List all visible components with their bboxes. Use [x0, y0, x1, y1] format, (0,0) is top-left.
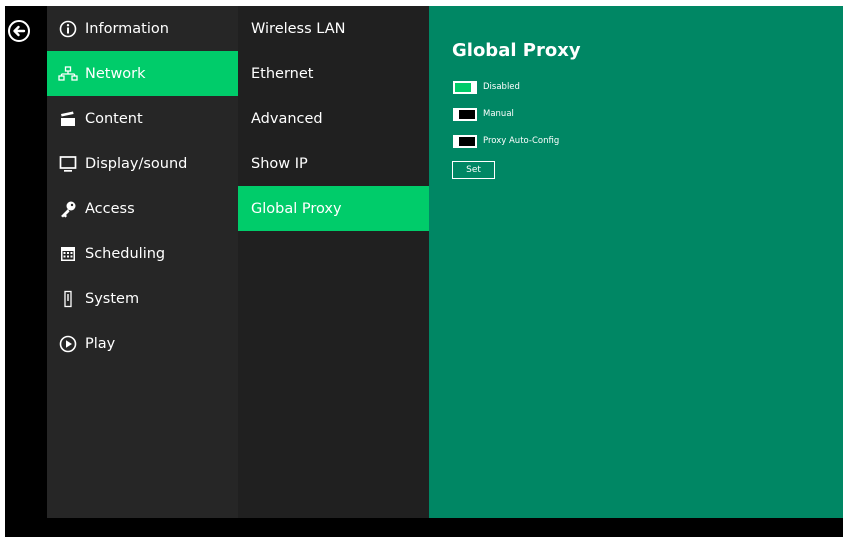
submenu-item-label: Wireless LAN	[251, 20, 346, 37]
menu-item-play[interactable]: Play	[47, 321, 238, 366]
network-submenu: Wireless LAN Ethernet Advanced Show IP G…	[238, 6, 429, 518]
submenu-item-label: Ethernet	[251, 65, 314, 82]
toggle-switch[interactable]	[453, 107, 477, 121]
submenu-item-show-ip[interactable]: Show IP	[238, 141, 429, 186]
screen: Information Network Content Display/soun…	[5, 6, 843, 537]
menu-item-label: Display/sound	[85, 155, 188, 172]
toggle-label: Manual	[483, 109, 514, 119]
main-menu: Information Network Content Display/soun…	[47, 6, 238, 518]
menu-item-scheduling[interactable]: Scheduling	[47, 231, 238, 276]
toggle-knob	[471, 81, 476, 93]
back-arrow-icon	[8, 20, 30, 42]
menu-item-label: Information	[85, 20, 169, 37]
submenu-item-label: Advanced	[251, 110, 323, 127]
system-icon	[58, 290, 78, 308]
key-icon	[58, 200, 78, 218]
toggle-knob	[454, 108, 459, 120]
proxy-option-manual[interactable]: Manual	[453, 107, 514, 121]
submenu-item-label: Global Proxy	[251, 200, 342, 217]
clapperboard-icon	[58, 110, 78, 128]
toggle-label: Disabled	[483, 82, 520, 92]
menu-item-label: Access	[85, 200, 135, 217]
toggle-switch[interactable]	[453, 134, 477, 148]
calendar-icon	[58, 245, 78, 263]
submenu-item-label: Show IP	[251, 155, 308, 172]
menu-item-label: Content	[85, 110, 143, 127]
toggle-label: Proxy Auto-Config	[483, 136, 560, 146]
proxy-option-auto-config[interactable]: Proxy Auto-Config	[453, 134, 559, 148]
menu-item-access[interactable]: Access	[47, 186, 238, 231]
submenu-item-wireless-lan[interactable]: Wireless LAN	[238, 6, 429, 51]
menu-item-system[interactable]: System	[47, 276, 238, 321]
menu-item-label: Network	[85, 65, 146, 82]
menu-item-display-sound[interactable]: Display/sound	[47, 141, 238, 186]
back-button[interactable]	[7, 19, 31, 43]
submenu-item-advanced[interactable]: Advanced	[238, 96, 429, 141]
network-icon	[58, 65, 78, 83]
proxy-option-disabled[interactable]: Disabled	[453, 80, 520, 94]
info-icon	[58, 20, 78, 38]
set-button[interactable]: Set	[452, 161, 495, 179]
menu-item-network[interactable]: Network	[47, 51, 238, 96]
menu-item-content[interactable]: Content	[47, 96, 238, 141]
toggle-knob	[454, 135, 459, 147]
menu-item-label: Scheduling	[85, 245, 166, 262]
submenu-item-ethernet[interactable]: Ethernet	[238, 51, 429, 96]
toggle-switch[interactable]	[453, 80, 477, 94]
page-title: Global Proxy	[452, 40, 581, 61]
menu-item-label: Play	[85, 335, 116, 352]
menu-item-label: System	[85, 290, 140, 307]
monitor-icon	[58, 155, 78, 173]
menu-item-information[interactable]: Information	[47, 6, 238, 51]
play-icon	[58, 335, 78, 353]
global-proxy-panel: Global Proxy Disabled Manual Proxy Auto-…	[429, 6, 843, 518]
submenu-item-global-proxy[interactable]: Global Proxy	[238, 186, 429, 231]
